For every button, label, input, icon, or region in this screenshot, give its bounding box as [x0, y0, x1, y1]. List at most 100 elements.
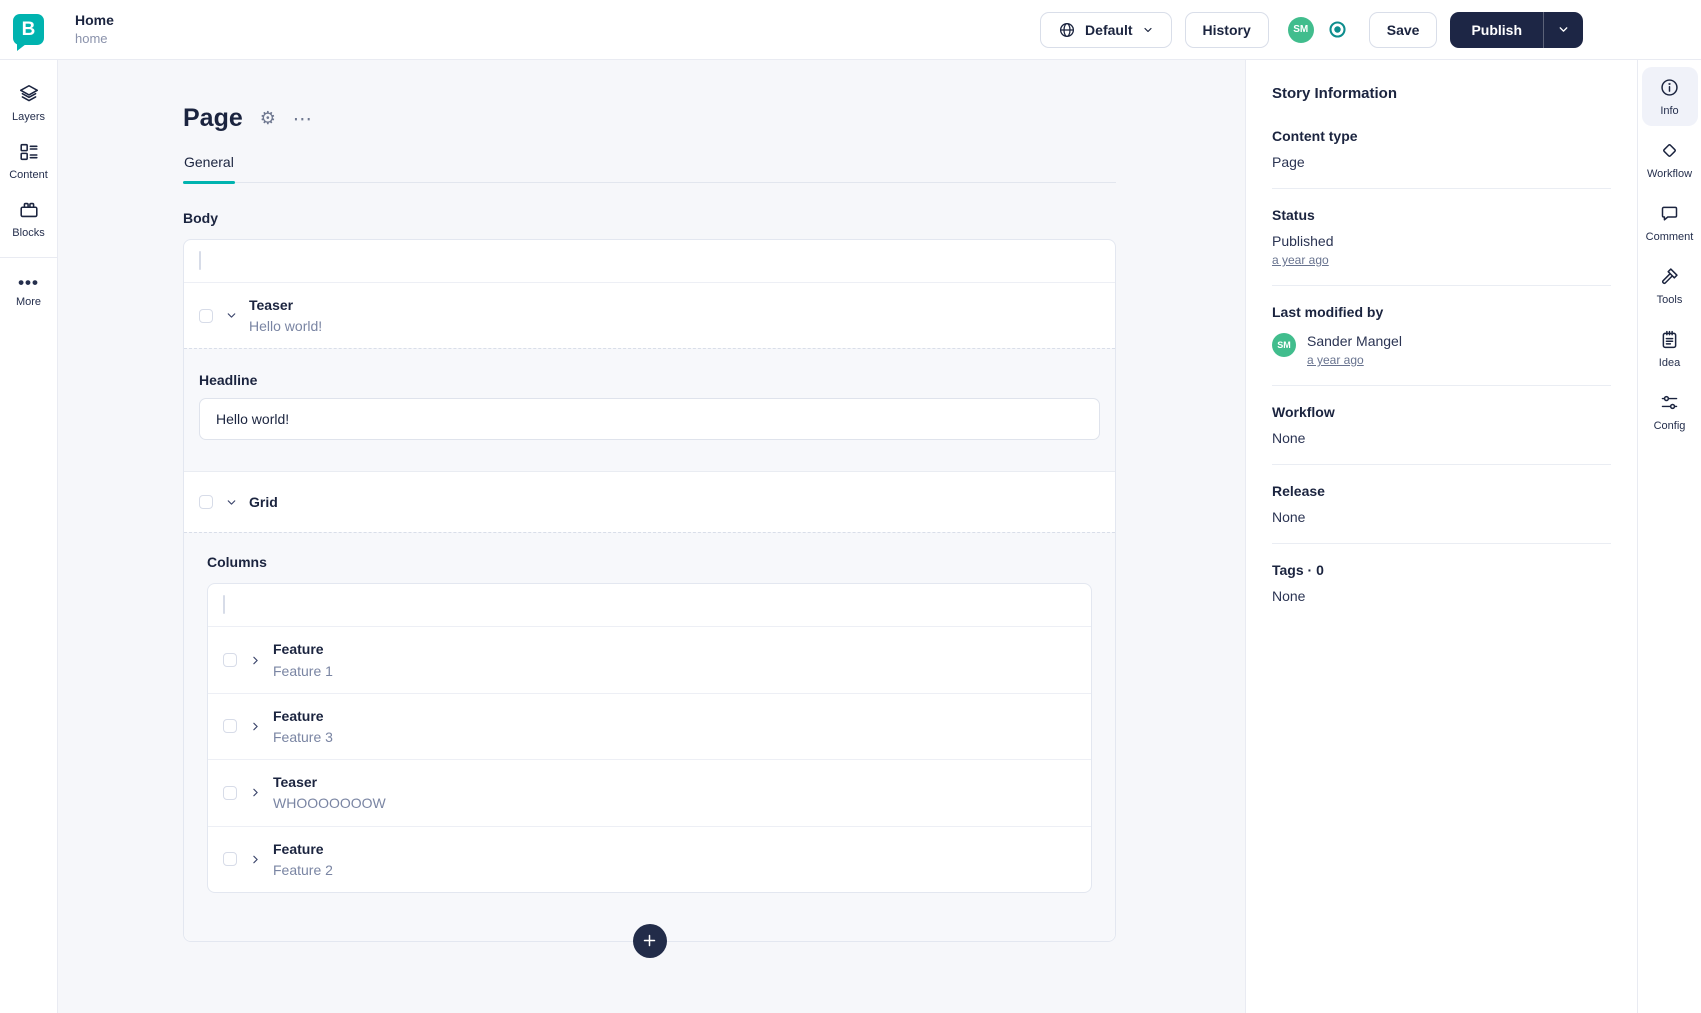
page-title-row: Page ⚙ ⋯	[183, 104, 1116, 133]
tab-general[interactable]: General	[183, 154, 235, 184]
block-preview: WHOOOOOOOW	[273, 795, 386, 812]
row-checkbox[interactable]	[223, 719, 237, 734]
modifier-info: Sander Mangel a year ago	[1307, 333, 1402, 367]
rail-item-label: Tools	[1656, 294, 1683, 306]
rail-item-workflow[interactable]: Workflow	[1642, 130, 1698, 189]
select-all-checkbox[interactable]	[223, 595, 225, 615]
editor-main: Page ⚙ ⋯ General Body Teaser Hello world…	[58, 60, 1245, 1013]
sidebar-item-label: More	[15, 296, 42, 308]
headline-input[interactable]	[199, 398, 1100, 441]
page-title: Page	[183, 104, 243, 132]
story-title: Home	[75, 11, 114, 28]
block-preview: Feature 2	[273, 861, 333, 878]
add-block-button[interactable]	[632, 923, 667, 958]
history-button-label: History	[1202, 21, 1251, 38]
row-checkbox[interactable]	[199, 495, 213, 510]
panel-divider	[1272, 188, 1611, 189]
body-field-label: Body	[183, 210, 218, 226]
sidebar-item-label: Layers	[11, 111, 46, 123]
block-preview: Hello world!	[249, 318, 323, 335]
status-label: Status	[1272, 207, 1315, 223]
rail-item-idea[interactable]: Idea	[1642, 319, 1698, 378]
save-button-label: Save	[1386, 21, 1420, 38]
rail-item-config[interactable]: Config	[1642, 382, 1698, 441]
columns-header	[208, 584, 1091, 626]
chevron-down-icon[interactable]	[224, 309, 238, 322]
row-checkbox[interactable]	[199, 308, 213, 323]
rail-item-label: Comment	[1645, 231, 1694, 243]
user-avatar[interactable]: SM	[1287, 16, 1314, 43]
content-type-label: Content type	[1272, 128, 1358, 144]
save-button[interactable]: Save	[1368, 11, 1438, 48]
panel-divider	[1272, 543, 1611, 544]
grid-expanded-section: Columns Feature Feature 1 Feature Featur…	[184, 532, 1115, 941]
chevron-right-icon[interactable]	[248, 654, 262, 667]
block-row-grid[interactable]: Grid	[184, 472, 1115, 533]
block-row-teaser[interactable]: Teaser Hello world!	[184, 283, 1115, 349]
tools-hammer-icon	[1659, 266, 1680, 287]
block-preview: Feature 3	[273, 728, 333, 745]
block-type: Feature	[273, 840, 324, 857]
select-all-checkbox[interactable]	[199, 251, 201, 270]
last-modified-row: SM Sander Mangel a year ago	[1272, 333, 1611, 367]
columns-field-label: Columns	[207, 554, 267, 571]
comment-bubble-icon	[1659, 203, 1680, 224]
title-options-icon[interactable]: ⋯	[293, 108, 313, 130]
storyblok-logo-icon[interactable]: B	[13, 14, 44, 51]
block-row-feature-3[interactable]: Feature Feature 3	[208, 692, 1091, 759]
workflow-value: None	[1272, 430, 1306, 446]
story-slug: home	[75, 31, 108, 47]
workspace: Layers Content Blocks ••• More Page ⚙ ⋯ …	[0, 60, 1701, 1013]
panel-divider	[1272, 285, 1611, 286]
plus-icon	[642, 933, 657, 948]
block-row-teaser-whoow[interactable]: Teaser WHOOOOOOOW	[208, 759, 1091, 825]
sidebar-item-blocks[interactable]: Blocks	[0, 190, 57, 248]
chevron-right-icon[interactable]	[248, 853, 262, 866]
panel-divider	[1272, 464, 1611, 465]
rail-item-info[interactable]: Info	[1641, 67, 1698, 126]
modified-time-link[interactable]: a year ago	[1307, 353, 1364, 367]
settings-gear-icon[interactable]: ⚙	[260, 108, 276, 129]
workflow-diamond-icon	[1659, 140, 1680, 161]
sidebar-item-label: Content	[9, 169, 48, 181]
block-row-feature-2[interactable]: Feature Feature 2	[208, 825, 1091, 892]
block-row-feature-1[interactable]: Feature Feature 1	[208, 626, 1091, 692]
sidebar-item-layers[interactable]: Layers	[0, 74, 57, 132]
row-checkbox[interactable]	[223, 785, 237, 800]
panel-divider	[1272, 385, 1611, 386]
publish-button[interactable]: Publish	[1450, 12, 1543, 48]
chevron-right-icon[interactable]	[248, 720, 262, 733]
columns-blocks-card: Feature Feature 1 Feature Feature 3 Teas…	[207, 583, 1092, 893]
status-value: Published	[1272, 233, 1334, 249]
rail-item-comment[interactable]: Comment	[1642, 193, 1698, 252]
language-selector[interactable]: Default	[1040, 11, 1172, 48]
status-time-link[interactable]: a year ago	[1272, 253, 1329, 267]
right-sidebar: Info Workflow Comment Tools Idea Config	[1637, 60, 1701, 1013]
publish-button-group: Publish	[1450, 11, 1583, 48]
presence-indicator-icon[interactable]	[1327, 19, 1348, 40]
language-selector-label: Default	[1085, 21, 1133, 38]
sidebar-item-more[interactable]: ••• More	[0, 267, 57, 317]
editor-tabs: General	[183, 154, 1116, 184]
publish-button-label: Publish	[1471, 21, 1522, 38]
modifier-avatar: SM	[1272, 333, 1296, 357]
row-checkbox[interactable]	[223, 653, 237, 668]
idea-notepad-icon	[1659, 329, 1680, 350]
app-window: B Home home Default History SM Save Publ…	[0, 0, 1701, 1013]
release-value: None	[1272, 509, 1306, 525]
row-checkbox[interactable]	[223, 852, 237, 867]
block-row-text: Feature Feature 3	[273, 707, 333, 746]
block-row-text: Feature Feature 2	[273, 840, 333, 879]
rail-item-tools[interactable]: Tools	[1642, 256, 1698, 315]
chevron-right-icon[interactable]	[248, 786, 262, 799]
history-button[interactable]: History	[1184, 11, 1269, 48]
chevron-down-icon	[1557, 23, 1570, 36]
chevron-down-icon[interactable]	[224, 496, 238, 509]
block-row-text: Teaser Hello world!	[249, 296, 322, 335]
globe-icon	[1058, 21, 1076, 39]
block-type: Feature	[273, 641, 324, 658]
sidebar-item-content[interactable]: Content	[0, 132, 57, 190]
teaser-expanded-section: Headline	[184, 348, 1115, 473]
content-icon	[18, 141, 40, 163]
publish-options-button[interactable]	[1543, 11, 1583, 48]
